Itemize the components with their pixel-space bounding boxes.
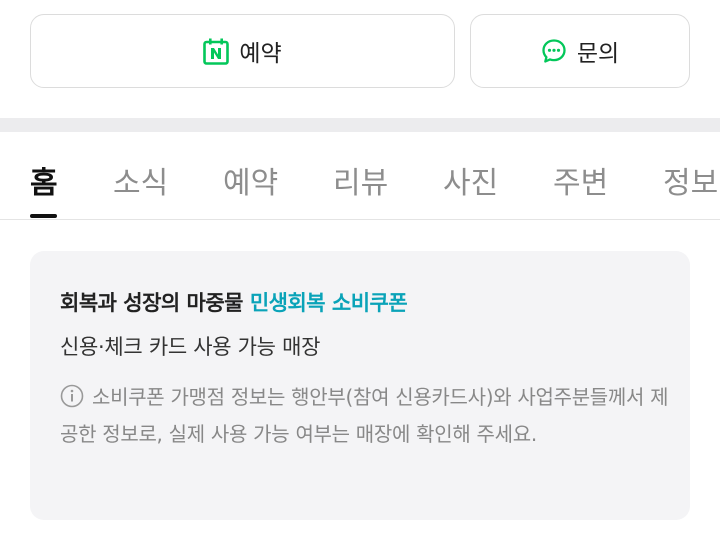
tab-nearby[interactable]: 주변 xyxy=(553,158,608,202)
coupon-title-highlight: 민생회복 소비쿠폰 xyxy=(249,291,408,315)
inquiry-label: 문의 xyxy=(576,41,620,67)
tab-news[interactable]: 소식 xyxy=(113,158,168,202)
coupon-title: 회복과 성장의 마중물 민생회복 소비쿠폰 xyxy=(60,287,408,317)
coupon-card: 회복과 성장의 마중물 민생회복 소비쿠폰 신용·체크 카드 사용 가능 매장 … xyxy=(30,251,690,520)
tab-bar: 홈 소식 예약 리뷰 사진 주변 정보 xyxy=(0,132,720,220)
coupon-note: 소비쿠폰 가맹점 정보는 행안부(참여 신용카드사)와 사업주분들께서 제공한 … xyxy=(60,379,670,453)
reserve-label: 예약 xyxy=(239,41,282,67)
tab-home[interactable]: 홈 xyxy=(30,158,58,202)
info-icon xyxy=(60,383,84,408)
coupon-subtitle: 신용·체크 카드 사용 가능 매장 xyxy=(60,335,321,359)
tab-reservation[interactable]: 예약 xyxy=(223,158,278,202)
coupon-title-prefix: 회복과 성장의 마중물 xyxy=(60,291,244,315)
active-tab-indicator xyxy=(30,214,57,218)
tab-reviews[interactable]: 리뷰 xyxy=(333,158,388,202)
section-divider xyxy=(0,118,720,132)
reserve-button[interactable]: 예약 xyxy=(30,14,455,88)
inquiry-button[interactable]: 문의 xyxy=(470,14,690,88)
action-buttons: 예약 문의 xyxy=(30,14,690,88)
naver-booking-icon xyxy=(203,38,230,65)
tab-info[interactable]: 정보 xyxy=(663,158,718,202)
tab-photos[interactable]: 사진 xyxy=(443,158,498,202)
coupon-note-text: 소비쿠폰 가맹점 정보는 행안부(참여 신용카드사)와 사업주분들께서 제공한 … xyxy=(60,385,669,446)
chat-bubble-icon xyxy=(541,38,567,64)
